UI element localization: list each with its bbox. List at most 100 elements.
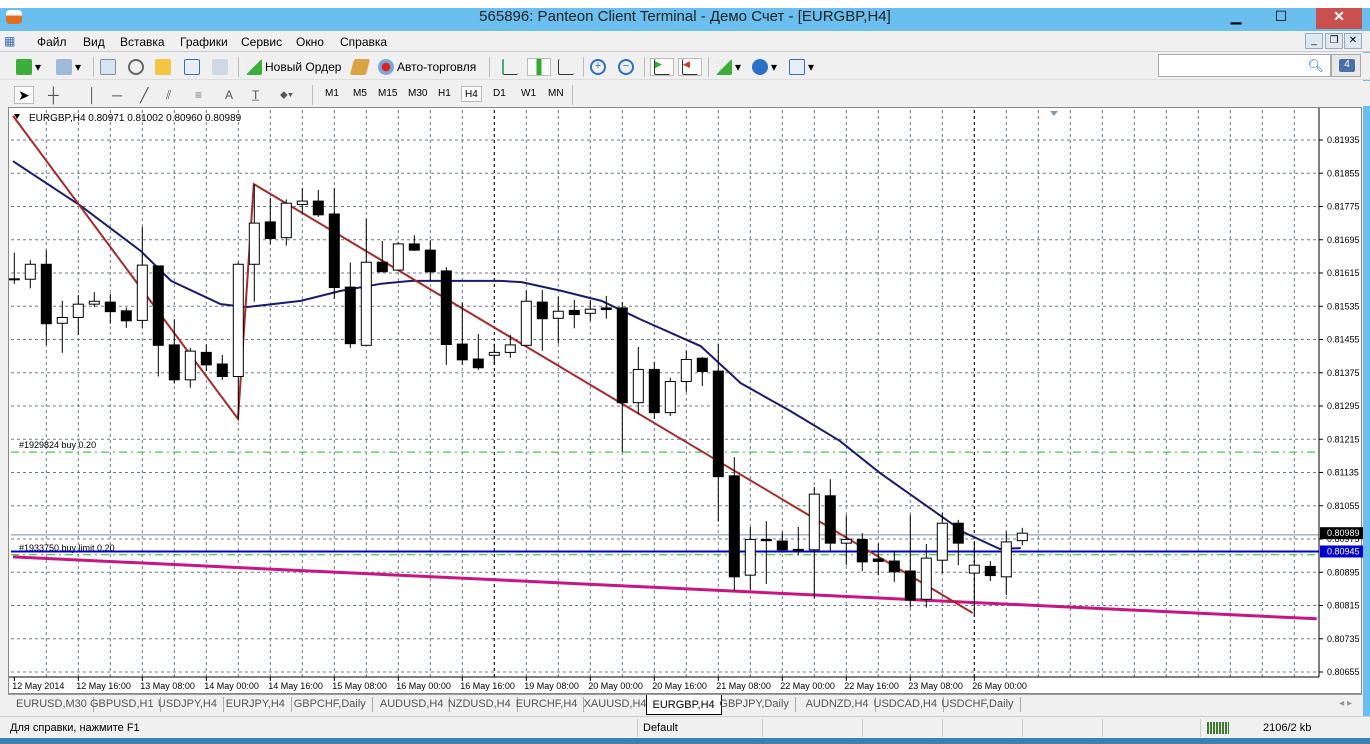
minimize-button[interactable]: ▁ [1222, 8, 1250, 29]
candle [872, 543, 884, 576]
horizontal-line-tool[interactable]: ─ [112, 86, 122, 104]
timeframe-m1[interactable]: M1 [322, 86, 342, 102]
bid-price-badge: 0.80989 [1327, 528, 1360, 538]
navigator-button[interactable] [155, 58, 171, 76]
arrows-tool[interactable]: ⬥▾ [280, 86, 293, 104]
auto-trading-label: Авто-торговля [397, 60, 477, 74]
candlestick-chart-button[interactable] [527, 58, 551, 76]
new-chart-icon [16, 59, 32, 75]
clock-icon [752, 59, 768, 75]
candle [712, 343, 724, 522]
search-input[interactable]: 🔍︎ [1158, 54, 1331, 77]
timeframe-h1[interactable]: H1 [435, 86, 454, 102]
vertical-line-tool[interactable]: │ [88, 86, 97, 104]
symbol-tab[interactable]: AUDUSD,H4 [374, 697, 451, 712]
symbol-tab[interactable]: USDCHF,Daily [935, 697, 1021, 712]
symbol-tab[interactable]: EURJPY,H4 [220, 697, 292, 712]
text-tool[interactable]: A [225, 86, 233, 104]
chart-window[interactable]: #1929824 buy 0.20 #1933750 buy limit 0.20… [8, 107, 1363, 695]
mdi-restore-button[interactable]: ❐ [1325, 33, 1343, 49]
menu-tools[interactable]: Сервис [241, 35, 282, 49]
symbol-tab[interactable]: GBPJPY,Daily [713, 697, 796, 712]
line-chart-button[interactable] [558, 58, 574, 76]
mdi-minimize-button[interactable]: _ [1305, 33, 1323, 49]
trendline-tool[interactable]: ╱ [140, 86, 148, 104]
data-window-button[interactable] [128, 58, 144, 76]
autoscroll-button[interactable]: ▶ [650, 58, 674, 76]
candle-body-bull [136, 264, 148, 321]
timeframe-m15[interactable]: M15 [375, 86, 400, 102]
menu-insert[interactable]: Вставка [120, 35, 165, 49]
meta-editor-button[interactable] [349, 58, 371, 76]
symbol-tab[interactable]: GBPCHF,Daily [288, 697, 373, 712]
timeframe-h4[interactable]: H4 [461, 86, 482, 102]
mdi-close-button[interactable]: ✕ [1344, 33, 1362, 49]
templates-button[interactable]: ▾ [789, 58, 814, 76]
equidistant-channel-tool[interactable]: ⫽ [166, 86, 171, 104]
symbol-tab[interactable]: USDCAD,H4 [868, 697, 945, 712]
periods-button[interactable]: ▾ [752, 58, 777, 76]
timeframe-d1[interactable]: D1 [490, 86, 509, 102]
candle-body-bear [648, 368, 660, 414]
new-order-button[interactable]: Новый Ордер [246, 58, 341, 76]
time-tick-label: 19 May 08:00 [524, 681, 579, 691]
symbol-tab[interactable]: EURUSD,M30 [10, 697, 94, 712]
auto-trading-button[interactable]: Авто-торговля [378, 58, 476, 76]
tab-scroll-arrows[interactable]: ◂ ▸ [1339, 698, 1352, 709]
menu-window[interactable]: Окно [296, 35, 324, 49]
bar-chart-button[interactable] [502, 58, 518, 76]
close-button[interactable]: ✕ [1316, 8, 1362, 29]
timeframe-m30[interactable]: M30 [405, 86, 430, 102]
profiles-button[interactable]: ▾ [56, 58, 81, 76]
candle-body-bear [760, 538, 772, 542]
indicators-button[interactable]: ▾ [716, 58, 741, 76]
candle-body-bull [296, 200, 308, 205]
time-tick-label: 12 May 2014 [12, 681, 64, 691]
zoom-out-button[interactable]: − [618, 58, 634, 76]
candle-body-bear [696, 357, 708, 373]
fibonacci-tool[interactable]: ≡ [195, 86, 202, 104]
symbol-tab[interactable]: AUDNZD,H4 [800, 697, 876, 712]
symbol-tab[interactable]: XAUUSD,H4 [578, 697, 654, 712]
symbol-tab[interactable]: NZDUSD,H4 [442, 697, 518, 712]
terminal-button[interactable] [184, 58, 200, 76]
notifications-button[interactable]: 4 [1331, 54, 1361, 77]
candle-body-bear [904, 570, 916, 601]
connection-bars-icon [1207, 722, 1229, 734]
cursor-tool[interactable]: ➤ [14, 86, 34, 104]
menu-file[interactable]: Файл [37, 35, 67, 49]
menu-help[interactable]: Справка [340, 35, 387, 49]
price-tick-label: 0.80735 [1327, 634, 1360, 644]
text-label-tool[interactable]: T̲ [252, 86, 259, 104]
zoom-in-button[interactable]: + [590, 58, 606, 76]
line-studies-toolbar: ➤ ┼ │ ─ ╱ ⫽ ≡ A T̲ ⬥▾ M1 M5 M15 M30 H1 H… [0, 81, 1370, 106]
horizontal-line-icon: ─ [112, 87, 122, 103]
candle [520, 290, 532, 346]
chart-shift-marker-icon[interactable] [1050, 111, 1058, 116]
crosshair-tool[interactable]: ┼ [48, 86, 59, 104]
timeframe-m5[interactable]: M5 [350, 86, 370, 102]
symbol-tab[interactable]: EURCHF,H4 [510, 697, 585, 712]
price-chart[interactable]: #1929824 buy 0.20#1933750 buy limit 0.20… [9, 108, 1363, 695]
text-label-icon: T̲ [252, 88, 260, 102]
timeframe-mn[interactable]: MN [545, 86, 567, 102]
candle-body-bear [984, 565, 996, 577]
maximize-button[interactable]: ☐ [1267, 8, 1295, 29]
strategy-tester-button[interactable] [212, 58, 228, 76]
candle-body-bear [328, 213, 340, 289]
symbol-tab[interactable]: EURGBP,H4 [645, 695, 722, 715]
candle [376, 240, 388, 273]
new-chart-button[interactable]: ▾ [16, 58, 41, 76]
candle [744, 526, 756, 591]
candle [952, 519, 964, 566]
symbol-tab[interactable]: USDJPY,H4 [152, 697, 224, 712]
timeframe-w1[interactable]: W1 [518, 86, 539, 102]
menu-view[interactable]: Вид [83, 35, 105, 49]
time-tick-label: 12 May 16:00 [76, 681, 131, 691]
candle-body-bull [248, 222, 260, 265]
chart-shift-button[interactable]: ◀ [678, 58, 702, 76]
symbol-tab[interactable]: GBPUSD,H1 [84, 697, 161, 712]
menu-charts[interactable]: Графики [180, 35, 228, 49]
candle-body-bear [536, 301, 548, 320]
market-watch-button[interactable] [100, 58, 116, 76]
